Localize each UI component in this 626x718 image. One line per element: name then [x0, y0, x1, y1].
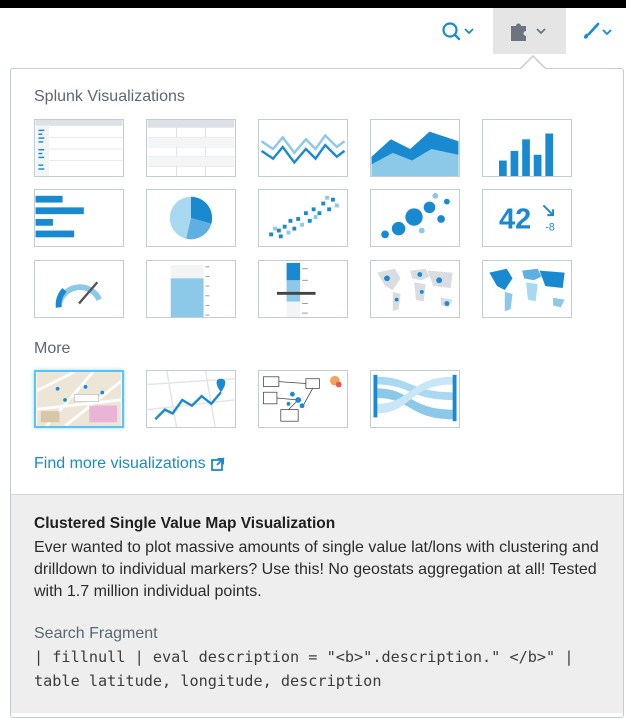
more-heading: More: [34, 340, 71, 357]
viz-bubble-chart[interactable]: [370, 189, 460, 247]
viz-radial-gauge[interactable]: [34, 260, 124, 318]
toolbar: [0, 8, 626, 54]
find-more-visualizations-link[interactable]: Find more visualizations: [34, 455, 225, 473]
viz-area-chart[interactable]: [370, 119, 460, 177]
format-menu-button[interactable]: [572, 8, 624, 54]
viz-pie-chart[interactable]: [146, 189, 236, 247]
viz-scatter-chart[interactable]: [258, 189, 348, 247]
viz-cluster-map[interactable]: [370, 260, 460, 318]
single-value-delta: -8: [545, 222, 555, 234]
search-fragment-label: Search Fragment: [34, 625, 158, 642]
search-menu-button[interactable]: [437, 8, 481, 54]
viz-filler-gauge[interactable]: [146, 260, 236, 318]
external-link-icon: [210, 457, 225, 471]
viz-bar-chart[interactable]: [34, 189, 124, 247]
viz-network-diagram[interactable]: [258, 370, 348, 428]
viz-single-value[interactable]: 42 -8: [482, 189, 572, 247]
description-body: Ever wanted to plot massive amounts of s…: [34, 539, 599, 600]
viz-column-chart[interactable]: [482, 119, 572, 177]
visualization-description: Clustered Single Value Map Visualization…: [11, 494, 623, 713]
search-fragment-code: | fillnull | eval description = "<b>".de…: [34, 648, 574, 690]
viz-marker-gauge[interactable]: [258, 260, 348, 318]
splunk-visualizations-heading: Splunk Visualizations: [34, 88, 185, 105]
viz-clustered-single-value-map[interactable]: [34, 370, 124, 428]
viz-choropleth-map[interactable]: [482, 260, 572, 318]
viz-line-chart[interactable]: [258, 119, 348, 177]
find-more-label: Find more visualizations: [34, 455, 206, 472]
visualization-menu-button[interactable]: [493, 8, 566, 54]
search-icon: [442, 22, 474, 41]
viz-statistics-table[interactable]: [146, 119, 236, 177]
puzzle-icon: [510, 23, 546, 41]
window-top-edge: [0, 0, 626, 8]
viz-events-viewer[interactable]: [34, 119, 124, 177]
viz-route-map[interactable]: [146, 370, 236, 428]
viz-sankey-diagram[interactable]: [370, 370, 460, 428]
description-title: Clustered Single Value Map Visualization: [34, 515, 336, 532]
paintbrush-icon: [584, 22, 612, 39]
single-value-number: 42: [499, 204, 531, 236]
